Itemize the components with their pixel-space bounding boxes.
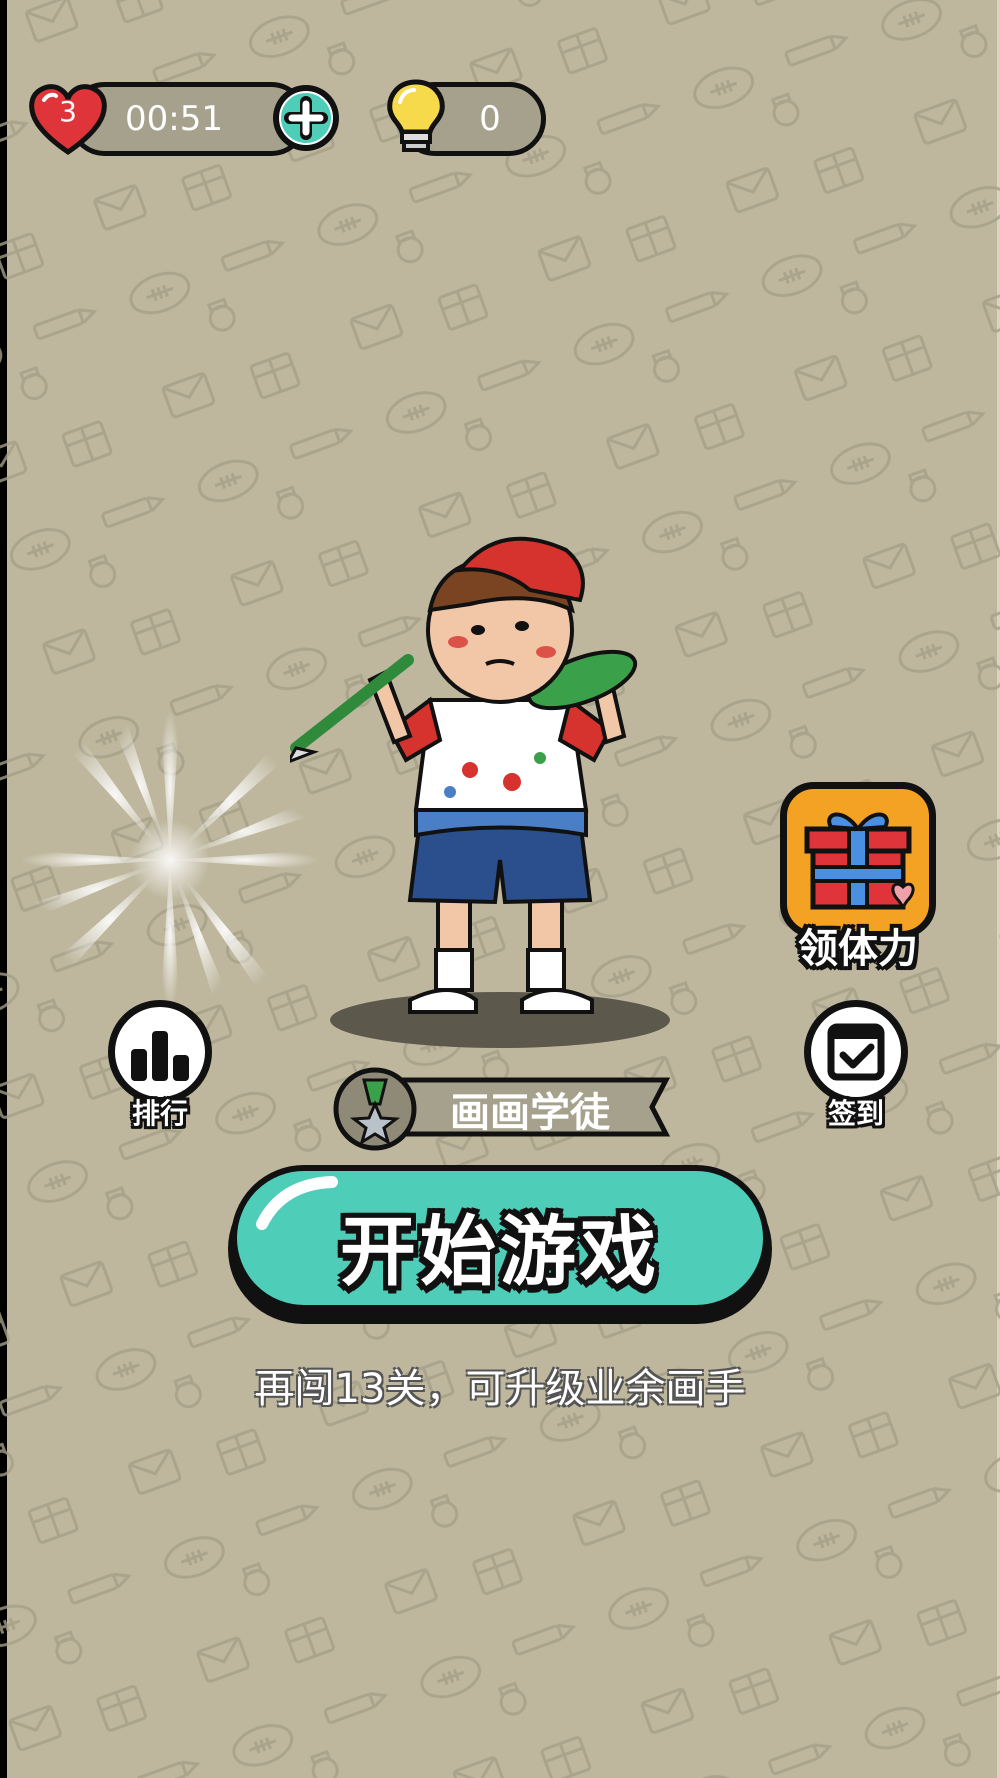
ranking-button[interactable] [108,1000,212,1104]
level-progress-hint: 再闯13关，可升级业余画手 [254,1366,746,1412]
sparkle-effect [20,710,320,1010]
check-in-label: 签到 [827,1097,884,1130]
medal-icon [333,1067,417,1151]
player-title: 画画学徒 [450,1090,610,1136]
add-lives-button[interactable] [268,80,344,156]
bar-chart-icon [131,1031,189,1081]
life-timer-text: 00:51 [125,99,223,139]
player-character [290,536,670,1048]
check-in-button[interactable] [804,1000,908,1104]
ranking-label: 排行 [131,1097,188,1130]
claim-stamina-label: 领体力 [798,926,918,972]
gift-icon [804,812,915,910]
claim-stamina-button[interactable] [780,782,936,938]
calendar-check-icon [827,1023,885,1081]
lightbulb-icon[interactable] [384,78,448,158]
start-game-label: 开始游戏 [340,1207,660,1296]
lives-count: 3 [59,95,77,128]
hints-count: 0 [479,99,501,139]
